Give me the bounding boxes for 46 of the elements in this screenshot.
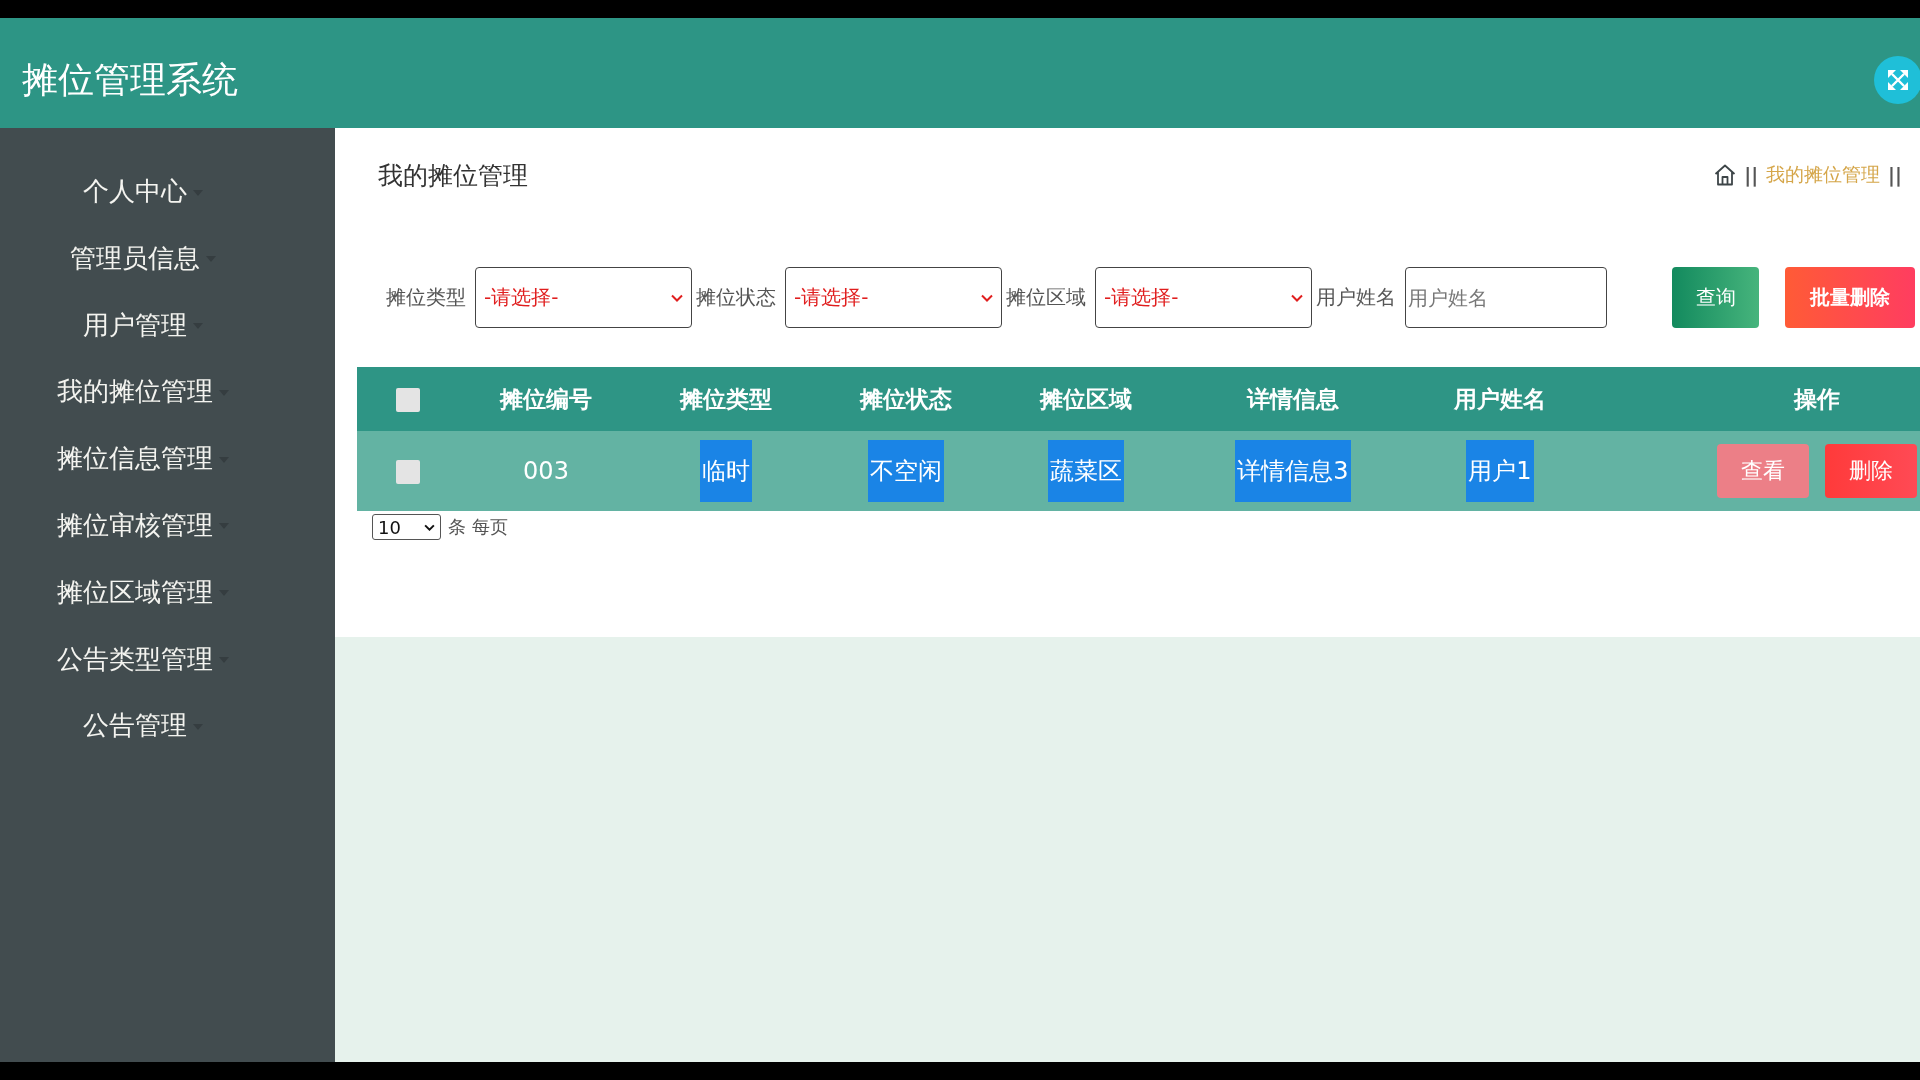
checkbox[interactable] <box>396 460 420 484</box>
detail-info: 详情信息3 <box>1235 440 1351 502</box>
column-header: 详情信息 <box>1179 367 1407 431</box>
fullscreen-button[interactable] <box>1874 56 1920 104</box>
search-button[interactable]: 查询 <box>1672 267 1759 328</box>
filter-label: 摊位类型 <box>386 284 466 311</box>
column-header: 摊位状态 <box>819 367 993 431</box>
dropdown-field[interactable]: -请选择- <box>475 267 692 328</box>
dropdown-field[interactable]: -请选择- <box>785 267 1002 328</box>
chevron-down-icon <box>424 523 435 531</box>
chevron-down-icon <box>671 293 683 302</box>
sidebar-item[interactable]: 管理员信息 <box>0 224 270 292</box>
sidebar-item[interactable]: 个人中心 <box>0 158 270 225</box>
filter-label: 用户姓名 <box>1316 284 1396 311</box>
column-header: 操作 <box>1593 367 1920 431</box>
stall-type: 临时 <box>700 440 752 502</box>
chevron-down-icon <box>981 293 993 302</box>
sidebar-item[interactable]: 我的摊位管理 <box>0 358 270 426</box>
sidebar-item[interactable]: 摊位审核管理 <box>0 492 270 559</box>
app-title: 摊位管理系统 <box>22 58 238 102</box>
page-size-select[interactable]: 10 <box>372 514 441 540</box>
filter-label: 摊位状态 <box>696 284 776 311</box>
expand-icon <box>1886 68 1910 92</box>
sidebar-item[interactable]: 公告类型管理 <box>0 625 270 693</box>
filter-label: 摊位区域 <box>1006 284 1086 311</box>
sidebar-item[interactable]: 用户管理 <box>0 291 270 359</box>
column-header: 摊位编号 <box>459 367 633 431</box>
page-title: 我的摊位管理 <box>378 159 528 192</box>
input-field[interactable]: 用户姓名 <box>1405 267 1607 328</box>
sidebar-item[interactable]: 摊位区域管理 <box>0 558 270 626</box>
sidebar-item[interactable]: 公告管理 <box>0 692 270 760</box>
breadcrumb-separator: || <box>1744 164 1759 186</box>
stall-number: 003 <box>522 456 570 487</box>
sidebar-item[interactable]: 摊位信息管理 <box>0 425 270 492</box>
breadcrumb-separator: || <box>1888 164 1902 186</box>
user-name: 用户1 <box>1466 440 1534 502</box>
home-icon[interactable] <box>1714 164 1737 186</box>
column-header: 摊位区域 <box>993 367 1179 431</box>
dropdown-field[interactable]: -请选择- <box>1095 267 1312 328</box>
column-header: 摊位类型 <box>633 367 819 431</box>
stall-status: 不空闲 <box>868 440 944 502</box>
chevron-down-icon <box>1291 293 1303 302</box>
checkbox[interactable] <box>396 388 420 413</box>
stall-area: 蔬菜区 <box>1048 440 1124 502</box>
page-size-label: 条 每页 <box>448 515 508 539</box>
column-header: 用户姓名 <box>1407 367 1593 431</box>
